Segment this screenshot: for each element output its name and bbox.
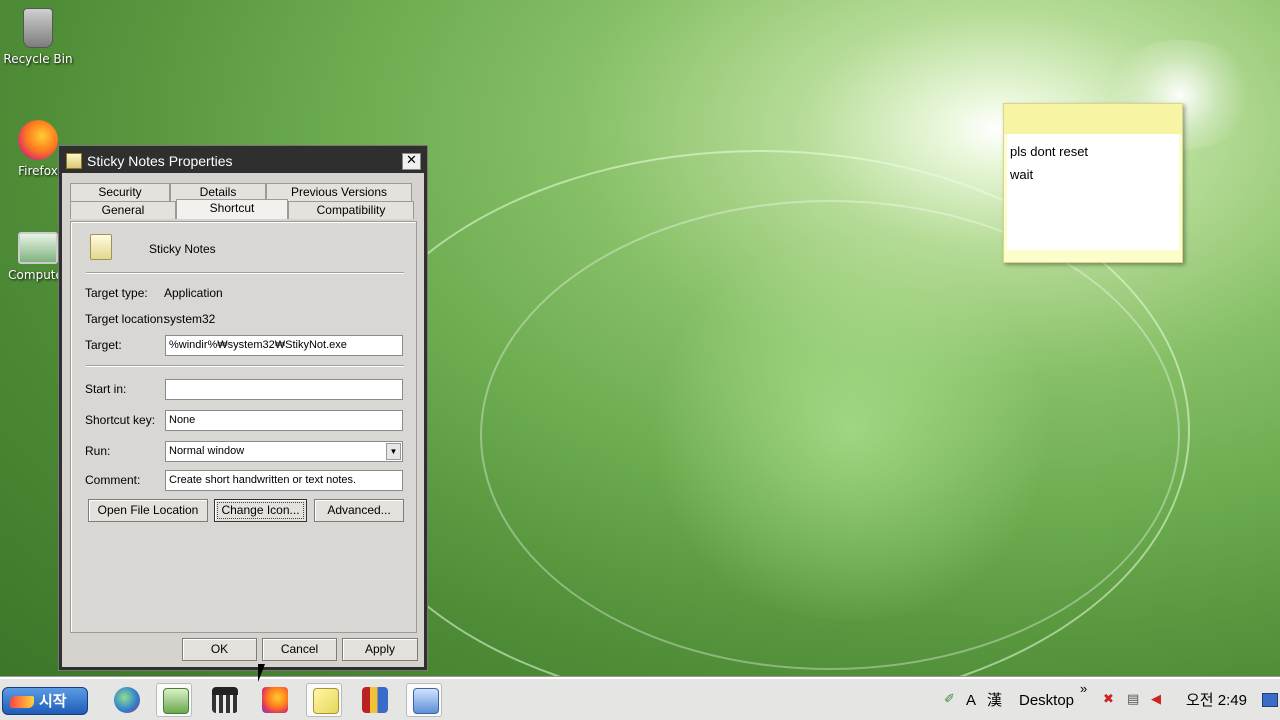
start-in-label: Start in: <box>85 382 127 396</box>
advanced-button[interactable]: Advanced... <box>314 499 404 522</box>
target-type-label: Target type: <box>85 286 148 300</box>
computer-icon <box>18 232 58 264</box>
notes-icon <box>163 688 189 714</box>
taskbar-app-firefox[interactable] <box>256 683 292 717</box>
sticky-notes-icon <box>66 153 82 169</box>
firefox-icon <box>262 687 288 713</box>
control-panel-icon <box>413 688 439 714</box>
app-name: Sticky Notes <box>149 242 216 256</box>
ok-button[interactable]: OK <box>182 638 257 661</box>
start-in-input[interactable] <box>165 379 403 400</box>
target-input[interactable]: %windir%₩system32₩StikyNot.exe <box>165 335 403 356</box>
desktop-icon-recycle-bin[interactable]: Recycle Bin <box>0 8 76 66</box>
firefox-icon <box>18 120 58 160</box>
change-icon-button[interactable]: Change Icon... <box>214 499 307 522</box>
divider <box>86 272 404 274</box>
tab-shortcut[interactable]: Shortcut <box>176 199 288 219</box>
clock[interactable]: 오전 2:49 <box>1186 679 1247 720</box>
tab-general[interactable]: General <box>70 201 176 219</box>
sticky-note[interactable]: pls dont reset wait <box>1003 103 1183 263</box>
start-button[interactable]: 시작 <box>2 687 88 715</box>
target-location-label: Target location: <box>85 312 167 326</box>
sticky-notes-app-icon <box>90 234 112 260</box>
globe-icon <box>114 687 140 713</box>
language-bar-icon[interactable]: ✐ <box>944 693 958 707</box>
taskbar-app-video[interactable] <box>206 683 242 717</box>
sticky-note-titlebar[interactable] <box>1004 104 1182 134</box>
toolbar-overflow-chevron[interactable]: » <box>1080 667 1087 710</box>
start-label: 시작 <box>39 692 67 710</box>
mouse-cursor-icon <box>258 664 265 682</box>
sticky-note-line: wait <box>1010 167 1034 182</box>
open-file-location-button[interactable]: Open File Location <box>88 499 208 522</box>
apply-button[interactable]: Apply <box>342 638 418 661</box>
tab-strip: Security Details Previous Versions Gener… <box>70 183 416 223</box>
target-location-value: system32 <box>164 312 216 326</box>
chevron-down-icon[interactable]: ▼ <box>386 443 401 460</box>
ime-mode-a[interactable]: A <box>966 679 976 720</box>
target-type-value: Application <box>164 286 223 300</box>
clapperboard-icon <box>212 687 238 713</box>
close-button[interactable]: ✕ <box>402 152 421 170</box>
wallpaper-glow-soft <box>640 240 1060 620</box>
recycle-bin-icon <box>23 8 53 48</box>
properties-dialog: Sticky Notes Properties ✕ Security Detai… <box>59 146 427 670</box>
start-logo-icon <box>10 696 34 708</box>
taskbar-app-globe[interactable] <box>108 683 144 717</box>
shortcut-panel: Sticky Notes Target type: Application Ta… <box>70 221 417 633</box>
sticky-note-line: pls dont reset <box>1010 144 1089 159</box>
archive-icon <box>362 687 388 713</box>
sticky-notes-icon <box>313 688 339 714</box>
taskbar-app-control-panel[interactable] <box>406 683 442 717</box>
network-disconnected-icon[interactable]: ✖ <box>1103 693 1117 707</box>
desktop-toolbar-label[interactable]: Desktop <box>1019 679 1074 720</box>
taskbar: 시작 ✐ A 漢 Desktop » ✖ ▤ ◀ 오전 2:49 <box>0 677 1280 720</box>
ime-mode-hanja[interactable]: 漢 <box>987 679 1002 720</box>
dialog-title: Sticky Notes Properties <box>87 153 233 169</box>
shortcut-key-label: Shortcut key: <box>85 413 156 427</box>
run-select[interactable]: Normal window ▼ <box>165 441 403 462</box>
divider <box>86 365 404 367</box>
taskbar-app-sticky-notes[interactable] <box>306 683 342 717</box>
dialog-titlebar[interactable]: Sticky Notes Properties ✕ <box>62 149 424 173</box>
run-select-value: Normal window <box>169 445 245 457</box>
show-desktop-icon[interactable] <box>1262 693 1278 707</box>
desktop-icon-label: Recycle Bin <box>3 52 73 66</box>
comment-input[interactable]: Create short handwritten or text notes. <box>165 470 403 491</box>
volume-muted-icon[interactable]: ◀ <box>1151 693 1165 707</box>
target-label: Target: <box>85 338 122 352</box>
tab-security[interactable]: Security <box>70 183 170 201</box>
run-label: Run: <box>85 444 111 458</box>
sticky-note-body[interactable]: pls dont reset wait <box>1007 134 1179 250</box>
cancel-button[interactable]: Cancel <box>262 638 337 661</box>
taskbar-app-archive[interactable] <box>356 683 392 717</box>
shortcut-key-input[interactable]: None <box>165 410 403 431</box>
comment-label: Comment: <box>85 473 141 487</box>
taskbar-app-notes[interactable] <box>156 683 192 717</box>
action-center-icon[interactable]: ▤ <box>1127 693 1141 707</box>
tab-compatibility[interactable]: Compatibility <box>288 201 414 219</box>
